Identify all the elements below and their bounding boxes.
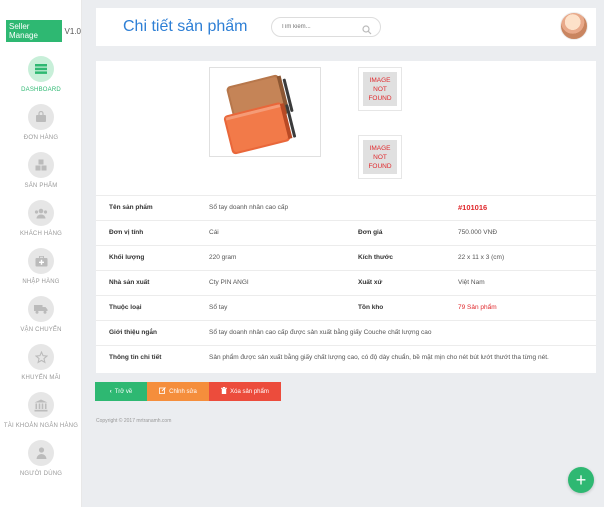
search-box — [271, 17, 381, 37]
detail-row-category: Thuộc loại Sổ tay Tồn kho 79 Sản phẩm — [96, 295, 596, 320]
detail-value: Sổ tay doanh nhân cao cấp được sản xuất … — [209, 329, 432, 336]
footer-copyright: Copyright © 2017 mrtranamh.com — [96, 418, 172, 424]
sidebar-item-users[interactable]: NGƯỜI DÙNG — [0, 440, 82, 477]
sidebar-item-products[interactable]: SẢN PHẨM — [0, 152, 82, 189]
detail-label: Tên sản phẩm — [109, 204, 153, 211]
detail-row-unit: Đơn vị tính Cái Đơn giá 750.000 VNĐ — [96, 220, 596, 245]
detail-label: Thuộc loại — [109, 304, 142, 311]
detail-row-full-description: Thông tin chi tiết Sản phẩm được sản xuấ… — [96, 345, 596, 370]
detail-label: Tồn kho — [358, 304, 384, 311]
detail-value: Việt Nam — [458, 279, 485, 286]
detail-label: Kích thước — [358, 254, 393, 261]
edit-button-label: Chỉnh sửa — [169, 388, 197, 395]
page-title: Chi tiết sản phẩm — [123, 18, 248, 35]
search-input[interactable] — [281, 21, 359, 33]
detail-value: Cái — [209, 229, 219, 236]
detail-label: Nhà sản xuất — [109, 279, 150, 286]
detail-label: Giới thiệu ngắn — [109, 329, 157, 336]
delete-button-label: Xóa sản phẩm — [230, 388, 269, 395]
sidebar-item-label: DASHBOARD — [21, 87, 61, 93]
add-button[interactable]: + — [568, 467, 594, 493]
product-thumbnail[interactable]: IMAGE NOT FOUND — [358, 135, 402, 179]
sidebar-item-label: NGƯỜI DÙNG — [19, 471, 63, 477]
shopping-bag-icon — [28, 104, 54, 130]
product-detail-card: IMAGE NOT FOUND IMAGE NOT FOUND Tên sản phẩm… — [96, 61, 596, 373]
sidebar-item-customers[interactable]: KHÁCH HÀNG — [0, 200, 82, 237]
product-thumbnail[interactable]: IMAGE NOT FOUND — [358, 67, 402, 111]
sidebar-item-label: NHẬP HÀNG — [22, 279, 60, 285]
sidebar-item-label: TÀI KHOẢN NGÂN HÀNG — [3, 423, 79, 429]
product-main-image[interactable] — [209, 67, 321, 157]
detail-value: 750.000 VNĐ — [458, 229, 498, 236]
sidebar-item-orders[interactable]: ĐƠN HÀNG — [0, 104, 82, 141]
top-header: Chi tiết sản phẩm — [96, 8, 596, 46]
stock-value: 79 Sản phẩm — [458, 304, 497, 311]
truck-icon — [28, 296, 54, 322]
sidebar-item-label: ĐƠN HÀNG — [23, 135, 59, 141]
sidebar-item-label: SẢN PHẨM — [24, 183, 58, 189]
detail-row-name: Tên sản phẩm Sổ tay doanh nhân cao cấp #… — [96, 195, 596, 220]
image-not-found-placeholder: IMAGE NOT FOUND — [363, 140, 397, 174]
user-icon — [28, 440, 54, 466]
back-button-label: Trở về — [114, 388, 133, 395]
sidebar-item-label: KHUYẾN MÃI — [21, 375, 61, 381]
sidebar-item-shipping[interactable]: VẬN CHUYỂN — [0, 296, 82, 333]
bank-icon — [28, 392, 54, 418]
avatar[interactable] — [560, 12, 588, 40]
detail-row-short-description: Giới thiệu ngắn Sổ tay doanh nhân cao cấ… — [96, 320, 596, 345]
sidebar-item-dashboard[interactable]: DASHBOARD — [0, 56, 82, 93]
brand: Seller Manage V1.0 — [6, 20, 81, 42]
sidebar-item-bank-accounts[interactable]: TÀI KHOẢN NGÂN HÀNG — [0, 392, 82, 429]
star-icon — [28, 344, 54, 370]
edit-button[interactable]: Chỉnh sửa — [147, 382, 209, 401]
search-icon[interactable] — [362, 22, 372, 40]
detail-label: Khối lượng — [109, 254, 145, 261]
users-icon — [28, 200, 54, 226]
detail-row-manufacturer: Nhà sản xuất Cty PIN ANGI Xuất xứ Việt N… — [96, 270, 596, 295]
detail-label: Đơn vị tính — [109, 229, 144, 236]
detail-value: 22 x 11 x 3 (cm) — [458, 254, 505, 261]
detail-label: Xuất xứ — [358, 279, 383, 286]
detail-value: Sổ tay doanh nhân cao cấp — [209, 204, 289, 211]
detail-value: 220 gram — [209, 254, 237, 261]
edit-icon — [159, 387, 166, 396]
delete-button[interactable]: Xóa sản phẩm — [209, 382, 281, 401]
detail-label: Thông tin chi tiết — [109, 354, 162, 361]
detail-label: Đơn giá — [358, 229, 383, 236]
sidebar-item-promotions[interactable]: KHUYẾN MÃI — [0, 344, 82, 381]
medkit-icon — [28, 248, 54, 274]
cubes-icon — [28, 152, 54, 178]
sidebar-item-label: VẬN CHUYỂN — [20, 327, 62, 333]
detail-value: Sổ tay — [209, 304, 228, 311]
chevron-left-icon: ‹ — [109, 388, 112, 395]
back-button[interactable]: ‹ Trở về — [95, 382, 147, 401]
brand-name: Seller Manage — [6, 20, 62, 42]
trash-icon — [221, 387, 228, 396]
sidebar-item-label: KHÁCH HÀNG — [19, 231, 62, 237]
sidebar-item-import[interactable]: NHẬP HÀNG — [0, 248, 82, 285]
product-code: #101016 — [458, 203, 488, 212]
detail-row-weight: Khối lượng 220 gram Kích thước 22 x 11 x… — [96, 245, 596, 270]
image-not-found-placeholder: IMAGE NOT FOUND — [363, 72, 397, 106]
dashboard-icon — [28, 56, 54, 82]
brand-version: V1.0 — [64, 26, 81, 36]
detail-value: Cty PIN ANGI — [209, 279, 249, 286]
sidebar: Seller Manage V1.0 DASHBOARD ĐƠN HÀNG SẢ… — [0, 0, 82, 507]
detail-value: Sản phẩm được sản xuất bằng giấy chất lư… — [209, 354, 549, 361]
